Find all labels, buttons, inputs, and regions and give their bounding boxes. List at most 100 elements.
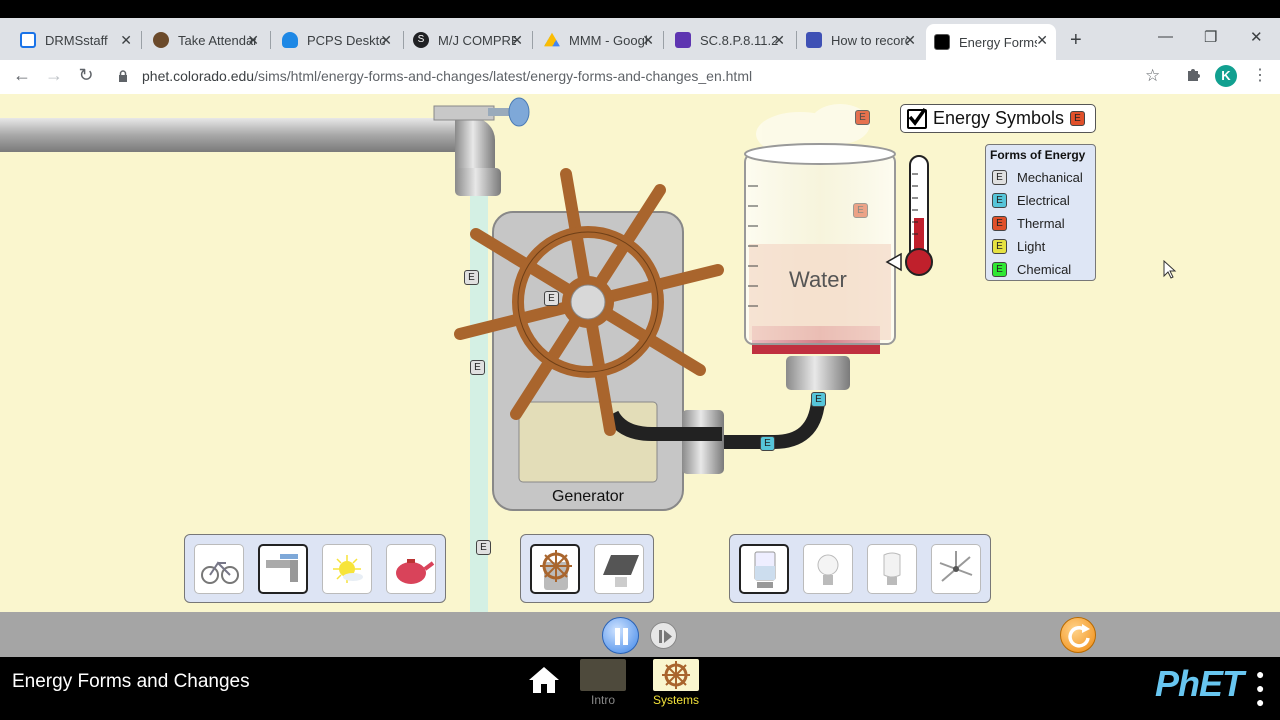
fan-button[interactable]: [931, 544, 981, 594]
legend-item-thermal: E Thermal: [990, 212, 1091, 235]
faucet-handle[interactable]: [508, 97, 530, 127]
teapot-icon: [396, 559, 435, 584]
energy-chunk-electrical: E: [811, 392, 826, 407]
energy-converter-tray: [520, 534, 654, 603]
google-drive-favicon-icon: [544, 32, 560, 47]
back-icon[interactable]: ←: [10, 65, 34, 86]
systems-wheel-icon: [662, 661, 690, 689]
thermal-chip-icon: E: [992, 216, 1007, 231]
close-icon[interactable]: ✕: [773, 32, 785, 48]
step-forward-icon: [659, 630, 672, 643]
browser-menu-icon[interactable]: ⋮: [1252, 65, 1268, 85]
beaker-label: Water: [789, 267, 847, 292]
forms-of-energy-legend: Forms of Energy E Mechanical E Electrical …: [985, 144, 1096, 281]
chemical-chip-icon: E: [992, 262, 1007, 277]
close-icon[interactable]: ✕: [380, 32, 392, 48]
profile-avatar[interactable]: K: [1215, 65, 1237, 87]
simulation-canvas: E E E E E E E E Water Generator Energy S…: [0, 94, 1280, 612]
sun-icon: [333, 555, 363, 583]
incandescent-bulb-button[interactable]: [803, 544, 853, 594]
screen-tab-systems[interactable]: Systems: [653, 659, 699, 707]
energy-chunk-mechanical: E: [470, 360, 485, 375]
legend-label: Mechanical: [1017, 170, 1083, 185]
legend-item-light: E Light: [990, 235, 1091, 258]
legend-item-mechanical: E Mechanical: [990, 166, 1091, 189]
water-wheel-generator-button[interactable]: [530, 544, 580, 594]
screen-tab-intro[interactable]: Intro: [580, 659, 626, 707]
energy-chunk-thermal: E: [853, 203, 868, 218]
faucet: [0, 105, 514, 196]
tab-separator: [663, 31, 664, 49]
url-host: phet.colorado.edu: [142, 68, 255, 84]
reset-all-button[interactable]: [1060, 617, 1096, 653]
incandescent-bulb-icon: [817, 554, 839, 585]
energy-symbols-checkbox[interactable]: Energy Symbols E: [900, 104, 1096, 133]
sim-title: Energy Forms and Changes: [12, 671, 250, 692]
extensions-puzzle-icon[interactable]: [1185, 66, 1201, 82]
teapot-button[interactable]: [386, 544, 436, 594]
close-icon[interactable]: ✕: [642, 32, 654, 48]
tab-separator: [403, 31, 404, 49]
reload-icon[interactable]: ↻: [74, 65, 98, 86]
legend-label: Electrical: [1017, 193, 1070, 208]
checkmark-icon: [907, 107, 927, 129]
beaker: [744, 143, 896, 345]
close-icon[interactable]: ✕: [120, 32, 132, 48]
restore-icon[interactable]: ❐: [1204, 28, 1217, 46]
tab-sc8[interactable]: SC.8.P.8.11.2 ✕: [667, 24, 793, 56]
lock-icon: [119, 70, 127, 82]
phet-logo[interactable]: PhET: [1155, 663, 1244, 705]
drmsstaff-favicon-icon: [20, 32, 36, 48]
forward-icon[interactable]: →: [42, 65, 66, 86]
energy-symbols-label: Energy Symbols: [933, 108, 1065, 128]
bicycle-icon: [201, 561, 239, 584]
legend-label: Light: [1017, 239, 1046, 254]
energy-user-tray: [729, 534, 991, 603]
tab-mmm-drive[interactable]: MMM - Google Drive ✕: [536, 24, 662, 56]
cloud-favicon-icon: [282, 32, 298, 48]
fluorescent-bulb-button[interactable]: [867, 544, 917, 594]
window-close-icon[interactable]: ✕: [1250, 28, 1263, 46]
url-field[interactable]: phet.colorado.edu/sims/html/energy-forms…: [142, 68, 752, 84]
legend-item-chemical: E Chemical: [990, 258, 1091, 281]
step-forward-button[interactable]: [650, 622, 677, 649]
mouse-cursor-icon: [1163, 260, 1177, 279]
energy-source-tray: [184, 534, 446, 603]
tab-separator: [270, 31, 271, 49]
tab-mj-comprehensive[interactable]: S M/J COMPREHENSIVE ✕: [405, 24, 531, 56]
address-bar: ← → ↻ phet.colorado.edu/sims/html/energy…: [0, 60, 1280, 94]
water-wheel-generator-icon: [540, 550, 572, 590]
sim-control-bar: [0, 612, 1280, 657]
tab-how-to-record[interactable]: How to record ✕: [798, 24, 924, 56]
pause-button[interactable]: [602, 617, 639, 654]
close-icon[interactable]: ✕: [904, 32, 916, 48]
minimize-icon[interactable]: —: [1158, 28, 1173, 45]
legend-label: Chemical: [1017, 262, 1072, 277]
energy-chunk-electrical: E: [760, 436, 775, 451]
close-icon[interactable]: ✕: [247, 32, 259, 48]
bookmark-star-icon[interactable]: ☆: [1145, 66, 1160, 86]
solar-panel-button[interactable]: [594, 544, 644, 594]
close-icon[interactable]: ✕: [1036, 32, 1048, 48]
legend-label: Thermal: [1017, 216, 1065, 231]
faucet-button[interactable]: [258, 544, 308, 594]
light-chip-icon: E: [992, 239, 1007, 254]
energy-chunk-thermal: E: [855, 110, 870, 125]
tab-pcps-desktop[interactable]: PCPS Desktop ✕: [274, 24, 400, 56]
phet-favicon-icon: [934, 34, 950, 50]
beaker-heater-button[interactable]: [739, 544, 789, 594]
tab-take-attendance[interactable]: Take Attendance ✕: [145, 24, 267, 56]
record-favicon-icon: [806, 32, 822, 48]
phet-menu-icon[interactable]: ● ● ●: [1256, 667, 1264, 709]
tab-drmsstaff[interactable]: DRMSstaff ✕: [12, 24, 140, 56]
home-icon[interactable]: [527, 665, 561, 695]
legend-title: Forms of Energy: [990, 148, 1086, 162]
tab-energy-forms[interactable]: Energy Forms ✕: [926, 24, 1056, 60]
close-icon[interactable]: ✕: [511, 32, 523, 48]
os-top-bar: [0, 0, 1280, 18]
energy-chip-icon: E: [1070, 111, 1085, 126]
new-tab-button[interactable]: +: [1070, 30, 1082, 50]
bicycle-button[interactable]: [194, 544, 244, 594]
energy-chunk-mechanical: E: [544, 291, 559, 306]
sun-button[interactable]: [322, 544, 372, 594]
